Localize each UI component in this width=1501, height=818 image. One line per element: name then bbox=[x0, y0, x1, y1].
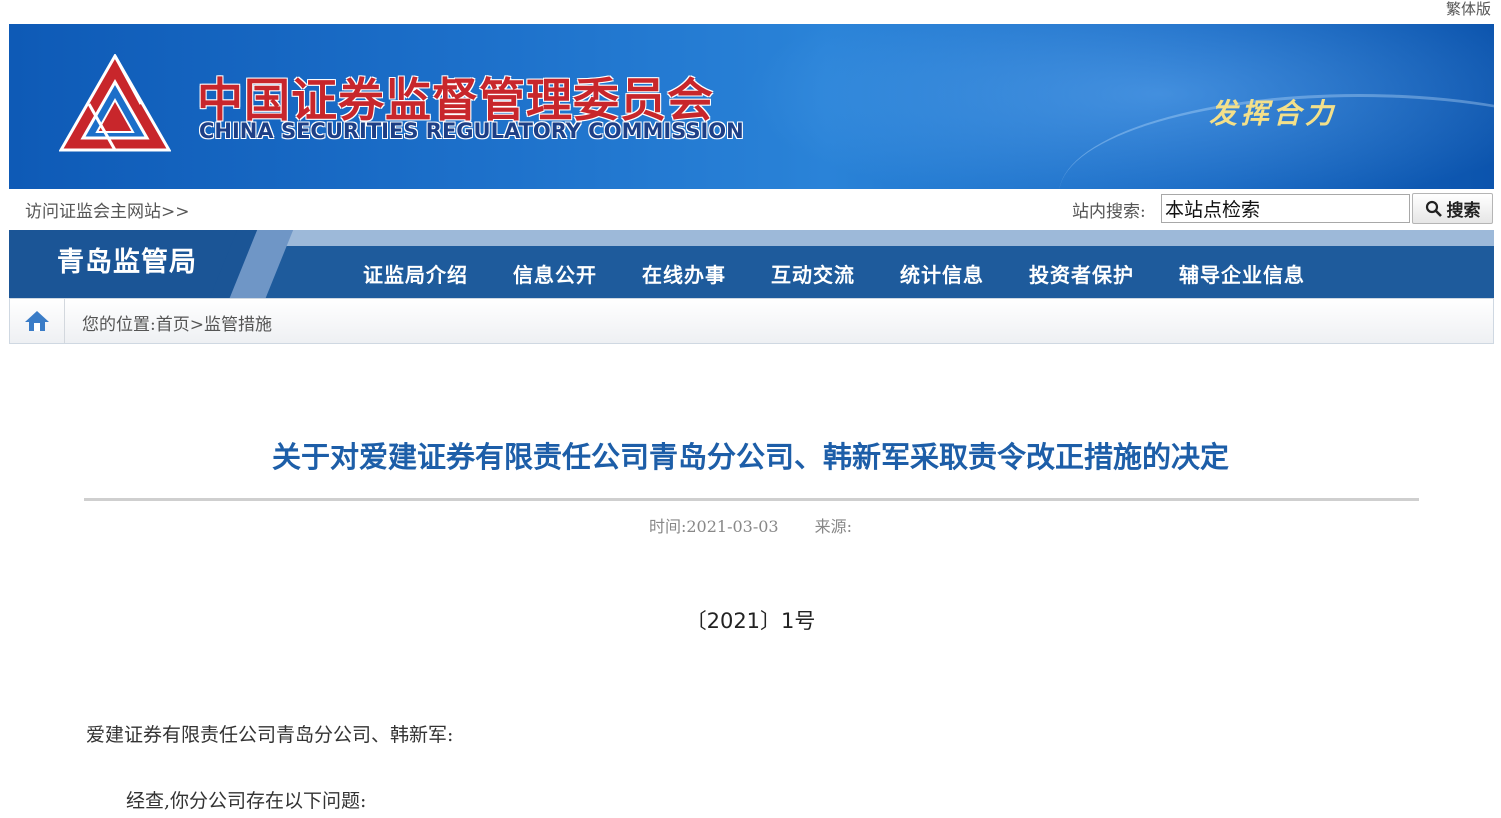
article-title: 关于对爱建证券有限责任公司青岛分公司、韩新军采取责令改正措施的决定 bbox=[271, 440, 1229, 474]
article-salutation: 爱建证券有限责任公司青岛分公司、韩新军: bbox=[86, 724, 454, 746]
nav-item-intro[interactable]: 证监局介绍 bbox=[363, 259, 468, 288]
document-number: 〔2021〕1号 bbox=[685, 609, 816, 633]
article-time: 时间:2021-03-03 bbox=[648, 517, 779, 536]
nav-item-interaction[interactable]: 互动交流 bbox=[771, 259, 855, 288]
article-paragraph: 经查,你分公司存在以下问题: bbox=[126, 790, 367, 812]
article-source: 来源: bbox=[814, 517, 853, 536]
breadcrumb-home-link[interactable]: 首页 bbox=[156, 315, 190, 335]
home-button[interactable] bbox=[10, 299, 65, 343]
nav-menu: 证监局介绍 信息公开 在线办事 互动交流 统计信息 投资者保护 辅导企业信息 bbox=[363, 259, 1350, 288]
search-row: 访问证监会主网站>> 站内搜索: 搜索 bbox=[9, 189, 1494, 230]
banner-slogan: 发挥合力 bbox=[1209, 97, 1338, 130]
magnifier-icon bbox=[1425, 200, 1442, 217]
search-button-label: 搜索 bbox=[1446, 201, 1481, 221]
site-title-en: CHINA SECURITIES REGULATORY COMMISSION bbox=[199, 119, 744, 143]
breadcrumb-separator: > bbox=[189, 315, 204, 335]
nav-item-disclosure[interactable]: 信息公开 bbox=[513, 259, 597, 288]
top-bar: 繁体版 bbox=[0, 0, 1501, 24]
bureau-name[interactable]: 青岛监管局 bbox=[57, 240, 197, 279]
breadcrumb-current-link[interactable]: 监管措施 bbox=[204, 315, 272, 335]
main-nav: 青岛监管局 证监局介绍 信息公开 在线办事 互动交流 统计信息 投资者保护 辅导… bbox=[9, 230, 1494, 298]
article-meta: 时间:2021-03-03 来源: bbox=[0, 513, 1501, 537]
search-button[interactable]: 搜索 bbox=[1412, 193, 1493, 224]
breadcrumb-path: 您的位置:首页>监管措施 bbox=[82, 310, 272, 335]
nav-item-tutoring-info[interactable]: 辅导企业信息 bbox=[1179, 259, 1305, 288]
site-banner: 中国证券监督管理委员会 CHINA SECURITIES REGULATORY … bbox=[9, 24, 1494, 189]
breadcrumb-prefix: 您的位置: bbox=[82, 315, 156, 335]
csrc-logo-icon[interactable] bbox=[59, 54, 171, 154]
nav-item-investor-protection[interactable]: 投资者保护 bbox=[1029, 259, 1134, 288]
search-label: 站内搜索: bbox=[1072, 202, 1146, 222]
breadcrumb: 您的位置:首页>监管措施 bbox=[9, 298, 1494, 344]
visit-main-site-link[interactable]: 访问证监会主网站>> bbox=[25, 197, 190, 222]
home-icon bbox=[25, 311, 49, 331]
search-input[interactable] bbox=[1161, 194, 1410, 223]
title-divider bbox=[84, 498, 1419, 501]
nav-item-statistics[interactable]: 统计信息 bbox=[900, 259, 984, 288]
nav-item-online-service[interactable]: 在线办事 bbox=[642, 259, 726, 288]
traditional-chinese-link[interactable]: 繁体版 bbox=[1446, 0, 1491, 19]
